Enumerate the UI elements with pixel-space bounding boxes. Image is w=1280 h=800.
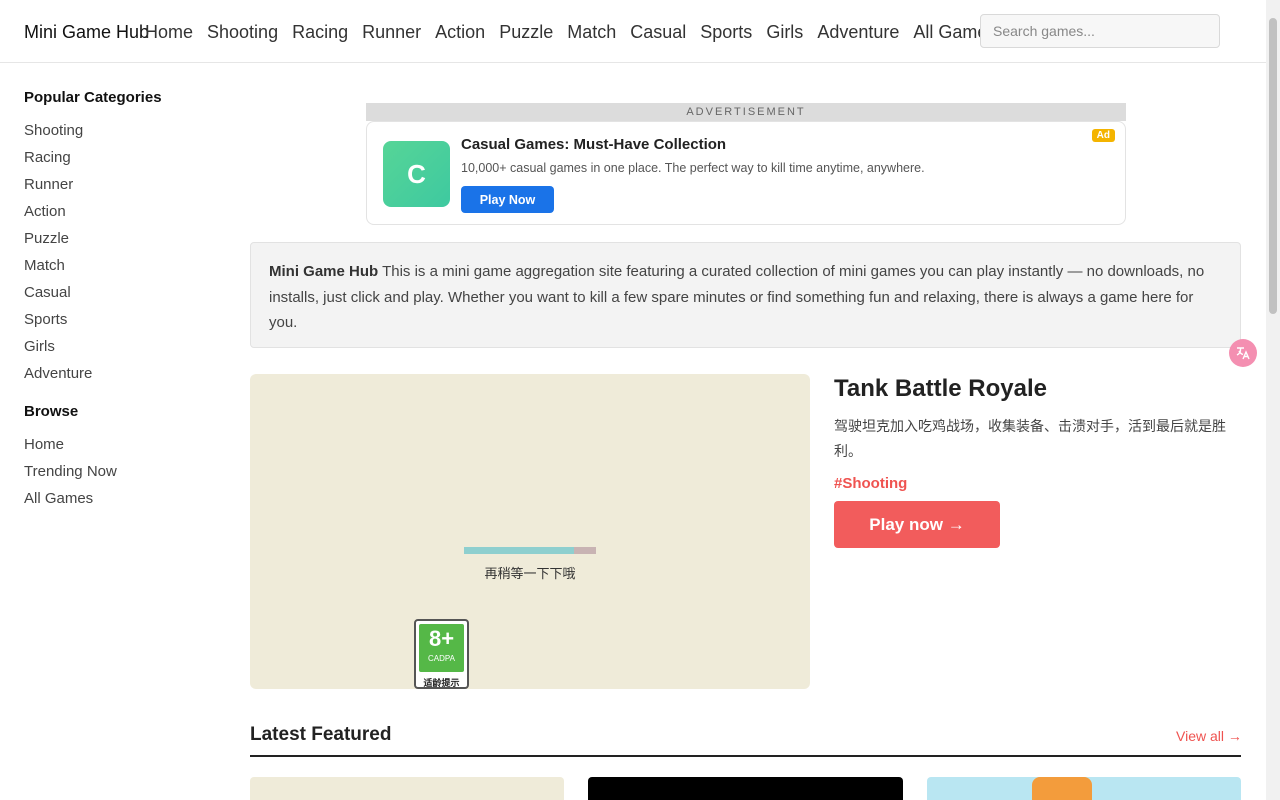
sidebar-item-all-games[interactable]: All Games: [24, 485, 204, 512]
sidebar-categories-list: Shooting Racing Runner Action Puzzle Mat…: [24, 117, 204, 387]
nav-girls[interactable]: Girls: [766, 21, 803, 43]
sidebar-browse-heading: Browse: [24, 403, 79, 420]
sidebar-item-runner[interactable]: Runner: [24, 171, 204, 198]
ad-description: 10,000+ casual games in one place. The p…: [461, 161, 925, 175]
intro-text: This is a mini game aggregation site fea…: [269, 263, 1205, 331]
play-now-button[interactable]: Play now →: [834, 501, 1000, 548]
game-frame[interactable]: 再稍等一下下哦 8+ CADPA 适龄提示: [250, 374, 810, 689]
sidebar-item-racing[interactable]: Racing: [24, 144, 204, 171]
scrollbar-thumb[interactable]: [1269, 18, 1277, 314]
sidebar-item-adventure[interactable]: Adventure: [24, 360, 204, 387]
search-input[interactable]: [980, 14, 1220, 48]
sidebar-categories-heading: Popular Categories: [24, 89, 162, 106]
sidebar-item-match[interactable]: Match: [24, 252, 204, 279]
loading-bar-fill: [464, 547, 574, 554]
sidebar-item-sports[interactable]: Sports: [24, 306, 204, 333]
nav-match[interactable]: Match: [567, 21, 616, 43]
site-brand[interactable]: Mini Game Hub: [24, 21, 149, 43]
age-rating-tip: 适龄提示: [423, 678, 460, 688]
game-thumbnail[interactable]: [250, 777, 564, 800]
nav-sports[interactable]: Sports: [700, 21, 752, 43]
game-thumbnail[interactable]: [588, 777, 903, 800]
nav-casual[interactable]: Casual: [630, 21, 686, 43]
age-rating-org: CADPA: [428, 654, 455, 663]
ad-label: ADVERTISEMENT: [366, 103, 1126, 121]
ad-play-button[interactable]: Play Now: [461, 186, 554, 213]
sidebar-item-puzzle[interactable]: Puzzle: [24, 225, 204, 252]
age-rating: 8+: [428, 626, 455, 651]
intro-brand: Mini Game Hub: [269, 263, 379, 280]
sidebar: Popular Categories Shooting Racing Runne…: [24, 88, 204, 512]
nav-racing[interactable]: Racing: [292, 21, 348, 43]
sidebar-item-home[interactable]: Home: [24, 431, 204, 458]
page-scrollbar[interactable]: [1266, 0, 1280, 800]
nav-runner[interactable]: Runner: [362, 21, 421, 43]
nav-home[interactable]: Home: [145, 21, 193, 43]
site-intro: Mini Game Hub This is a mini game aggreg…: [250, 242, 1241, 348]
loading-bar: [464, 547, 596, 554]
translate-icon[interactable]: [1229, 339, 1257, 367]
nav-puzzle[interactable]: Puzzle: [499, 21, 553, 43]
loading-text: 再稍等一下下哦: [484, 566, 576, 581]
nav-shooting[interactable]: Shooting: [207, 21, 278, 43]
thumbnail-art: [1032, 777, 1092, 800]
ad-badge: Ad: [1091, 129, 1115, 142]
age-rating-box: 8+ CADPA: [419, 624, 464, 672]
age-rating-badge: 8+ CADPA 适龄提示: [414, 619, 469, 689]
ad-title[interactable]: Casual Games: Must-Have Collection: [461, 136, 726, 153]
nav-action[interactable]: Action: [435, 21, 485, 43]
view-all-link[interactable]: View all →: [1176, 728, 1242, 744]
nav-adventure[interactable]: Adventure: [817, 21, 899, 43]
section-divider: [250, 755, 1241, 757]
main-nav: Home Shooting Racing Runner Action Puzzl…: [145, 21, 1010, 43]
sidebar-item-trending[interactable]: Trending Now: [24, 458, 204, 485]
game-title: Tank Battle Royale: [834, 375, 1047, 402]
sidebar-item-action[interactable]: Action: [24, 198, 204, 225]
site-header: Mini Game Hub Home Shooting Racing Runne…: [0, 0, 1266, 63]
sidebar-item-girls[interactable]: Girls: [24, 333, 204, 360]
latest-featured-title: Latest Featured: [250, 724, 392, 745]
sidebar-item-shooting[interactable]: Shooting: [24, 117, 204, 144]
translate-glyph-icon: [1236, 347, 1250, 360]
game-tag[interactable]: #Shooting: [834, 475, 907, 492]
ad-logo: C: [383, 141, 450, 207]
ad-card[interactable]: C Casual Games: Must-Have Collection 10,…: [366, 121, 1126, 225]
sidebar-item-casual[interactable]: Casual: [24, 279, 204, 306]
game-description: 驾驶坦克加入吃鸡战场，收集装备、击溃对手，活到最后就是胜利。: [834, 418, 1226, 459]
game-thumbnail[interactable]: [927, 777, 1241, 800]
sidebar-browse-list: Home Trending Now All Games: [24, 431, 204, 512]
